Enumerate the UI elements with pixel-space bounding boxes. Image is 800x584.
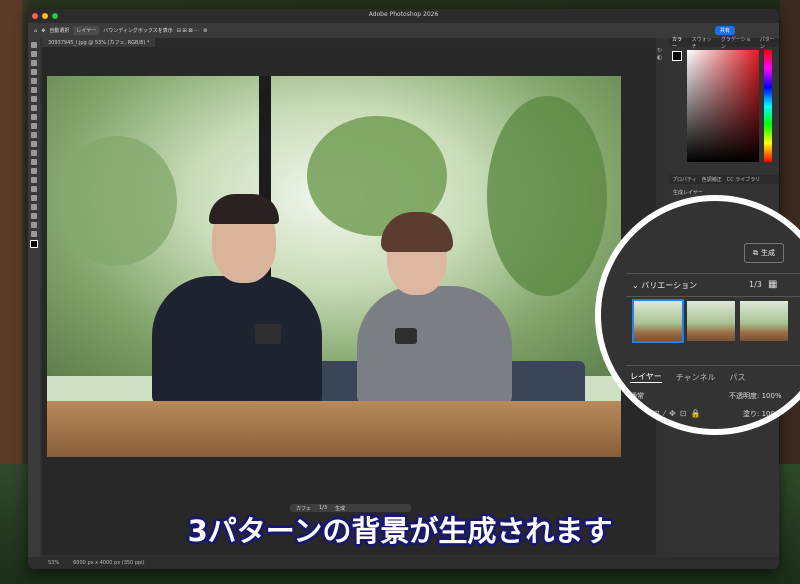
more-tools-icon[interactable]	[31, 231, 37, 237]
generate-variations-button[interactable]: ⧉ 生成	[744, 243, 784, 263]
history-brush-tool-icon[interactable]	[31, 132, 37, 138]
opacity-value[interactable]: 100%	[762, 392, 782, 400]
zoom-level[interactable]: 53%	[48, 560, 59, 566]
caption-overlay: 3パターンの背景が生成されます	[187, 514, 613, 548]
align-icons[interactable]: ⊟ ⊞ ⊠ ⋯	[177, 28, 199, 34]
hue-slider[interactable]	[764, 50, 772, 162]
color-panel-tabs: カラー スウォッチ グラデーション パターン	[669, 36, 779, 50]
layer-dropdown[interactable]: レイヤー	[73, 26, 100, 35]
healing-brush-tool-icon[interactable]	[31, 105, 37, 111]
zoom-tool-icon[interactable]	[31, 222, 37, 228]
brush-tool-icon[interactable]	[31, 114, 37, 120]
blend-mode-dropdown[interactable]: 通常	[630, 391, 644, 401]
bounding-box-checkbox[interactable]: バウンディングボックスを表示	[103, 27, 173, 34]
variation-thumbnail-3[interactable]	[740, 301, 788, 341]
history-icon[interactable]: ↻	[657, 47, 667, 54]
tab-gradients[interactable]: グラデーション	[721, 36, 755, 50]
coffee-cup	[395, 328, 417, 344]
fill-label: 塗り	[743, 410, 757, 418]
share-button[interactable]: 共有	[714, 26, 735, 35]
title-bar: Adobe Photoshop 2026	[28, 9, 779, 23]
gradient-tool-icon[interactable]	[31, 150, 37, 156]
frame-tool-icon[interactable]	[31, 87, 37, 93]
tab-swatches[interactable]: スウォッチ	[692, 36, 716, 50]
generate-icon: ⧉	[753, 248, 758, 257]
blur-tool-icon[interactable]	[31, 159, 37, 165]
auto-select-checkbox[interactable]: 自動選択	[49, 27, 69, 34]
woman-figure	[357, 286, 512, 406]
clone-stamp-tool-icon[interactable]	[31, 123, 37, 129]
variation-thumbnail-2[interactable]	[687, 301, 735, 341]
wooden-table	[47, 401, 621, 457]
properties-panel-tabs: プロパティ 色調補正 CC ライブラリ	[669, 175, 779, 184]
home-icon[interactable]: ⌂	[34, 28, 37, 34]
app-title: Adobe Photoshop 2026	[368, 11, 439, 18]
crop-tool-icon[interactable]	[31, 78, 37, 84]
document-size: 6000 px x 4000 px (350 ppi)	[73, 560, 145, 566]
variations-label: バリエーション	[641, 280, 698, 290]
tools-panel	[28, 38, 40, 557]
tab-properties[interactable]: プロパティ	[672, 176, 697, 183]
marquee-tool-icon[interactable]	[31, 51, 37, 57]
shape-tool-icon[interactable]	[31, 204, 37, 210]
object-select-tool-icon[interactable]	[31, 69, 37, 75]
document-image[interactable]	[47, 76, 621, 457]
eyedropper-tool-icon[interactable]	[31, 96, 37, 102]
type-tool-icon[interactable]	[31, 186, 37, 192]
document-tab-bar: 30937945_l.jpg @ 53% (カフェ, RGB/8) *	[42, 38, 656, 47]
tree-foliage	[57, 136, 177, 266]
dodge-tool-icon[interactable]	[31, 168, 37, 174]
tree-foliage	[487, 96, 607, 296]
fill-control[interactable]: 塗り: 100%	[743, 409, 782, 419]
foreground-color-swatch[interactable]	[30, 240, 38, 248]
move-tool-icon[interactable]	[31, 42, 37, 48]
status-bar: 53% 6000 px x 4000 px (350 ppi)	[28, 557, 779, 569]
tab-layers[interactable]: レイヤー	[630, 371, 662, 383]
generative-layer-label: 生成レイヤー	[673, 190, 703, 196]
tab-patterns[interactable]: パターン	[760, 36, 779, 50]
fill-value[interactable]: 100%	[762, 410, 782, 418]
chevron-down-icon: ⌄	[632, 280, 642, 290]
grid-view-icon[interactable]: ▦	[768, 279, 777, 290]
generate-label: 生成	[761, 249, 775, 257]
tab-paths[interactable]: パス	[730, 372, 746, 383]
pen-tool-icon[interactable]	[31, 177, 37, 183]
eraser-tool-icon[interactable]	[31, 141, 37, 147]
tab-adjustments[interactable]: 色調補正	[702, 176, 722, 183]
tab-color[interactable]: カラー	[672, 36, 687, 50]
gear-icon[interactable]: ⚙	[203, 28, 207, 34]
layers-panel-tabs: レイヤー チャンネル パス	[626, 365, 800, 388]
lasso-tool-icon[interactable]	[31, 60, 37, 66]
adjustments-icon[interactable]: ◐	[657, 54, 667, 61]
man-hair	[209, 194, 279, 224]
variation-thumbnail-1[interactable]	[632, 299, 684, 343]
color-field[interactable]	[687, 50, 759, 162]
hand-tool-icon[interactable]	[31, 213, 37, 219]
panel-icons-strip: ↻ ◐	[657, 47, 667, 61]
options-bar: ⌂ ✥ 自動選択 レイヤー バウンディングボックスを表示 ⊟ ⊞ ⊠ ⋯ ⚙	[28, 23, 779, 38]
coffee-cup	[255, 324, 281, 344]
foreground-color-swatch[interactable]	[672, 51, 682, 61]
man-figure	[152, 276, 322, 406]
path-select-tool-icon[interactable]	[31, 195, 37, 201]
move-tool-icon[interactable]: ✥	[41, 28, 45, 34]
variation-count: 1/3	[749, 280, 762, 289]
tab-channels[interactable]: チャンネル	[676, 372, 716, 383]
document-tab[interactable]: 30937945_l.jpg @ 53% (カフェ, RGB/8) *	[42, 38, 156, 47]
lock-icons[interactable]: ⊞⁄✥⊡🔒	[653, 409, 704, 418]
tab-cc-libraries[interactable]: CC ライブラリ	[727, 176, 761, 183]
opacity-label: 不透明度	[729, 392, 757, 400]
opacity-control[interactable]: 不透明度: 100%	[729, 391, 782, 401]
